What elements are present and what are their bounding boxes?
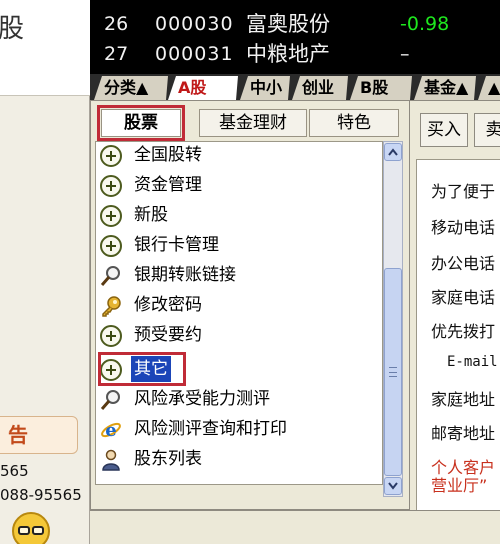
tab-category[interactable]: 分类▲ xyxy=(94,76,168,100)
smiley-avatar-icon[interactable] xyxy=(12,512,50,544)
tree-item-funds[interactable]: 资金管理 xyxy=(96,170,382,200)
mailing-address-label: 邮寄地址 xyxy=(431,424,496,443)
stock-name: 中粮地产 xyxy=(246,42,330,66)
stock-name: 富奥股份 xyxy=(246,12,330,36)
tab-sme[interactable]: 中小 xyxy=(240,76,290,100)
scroll-up-button[interactable] xyxy=(384,143,402,161)
tree-item-label: 修改密码 xyxy=(134,295,202,315)
tree-item-tender-offer[interactable]: 预受要约 xyxy=(96,320,382,350)
tree-item-bank-futures-link[interactable]: 银期转账链接 xyxy=(96,260,382,290)
order-form-panel: 买入 卖 为了便于 移动电话 办公电话 家庭电话 优先拨打 E-mail 家庭地… xyxy=(410,100,500,510)
office-phone-label: 办公电话 xyxy=(431,254,496,273)
tree-item-label: 新股 xyxy=(134,205,168,225)
tree-item-neeq[interactable]: 全国股转 xyxy=(96,142,382,170)
function-tree: 全国股转 资金管理 新股 银行卡管理 银期转账链接 修改密码 预受要约 其它 风… xyxy=(95,141,383,485)
tab-fund-finance[interactable]: 基金理财 xyxy=(199,109,307,137)
left-panel: 股 告 565 088-95565 xyxy=(0,0,90,544)
tab-b-shares[interactable]: B股 xyxy=(350,76,412,100)
service-phone-2: 088-95565 xyxy=(0,486,82,504)
plus-icon xyxy=(100,325,122,347)
person-icon xyxy=(102,449,120,471)
tree-item-label: 股东列表 xyxy=(134,449,202,469)
scroll-thumb[interactable] xyxy=(384,268,402,476)
stock-row[interactable]: 27 000031 中粮地产 – xyxy=(90,40,500,68)
magnifier-icon xyxy=(100,266,120,286)
sell-button[interactable]: 卖 xyxy=(474,113,500,147)
glasses-lens-left xyxy=(18,526,30,535)
tree-item-label: 银期转账链接 xyxy=(134,265,236,285)
tree-item-bank-card[interactable]: 银行卡管理 xyxy=(96,230,382,260)
left-header-text: 股 xyxy=(0,14,25,44)
stock-change: -0.98 xyxy=(400,13,450,35)
plus-icon xyxy=(100,235,122,257)
stock-code: 000030 xyxy=(155,13,234,35)
market-tab-bar: 分类▲ A股 中小 创业 B股 基金▲ ▲ xyxy=(90,74,500,100)
stock-index: 27 xyxy=(104,43,129,65)
stock-change: – xyxy=(400,43,410,65)
buy-button[interactable]: 买入 xyxy=(420,113,468,147)
form-intro-text: 为了便于 xyxy=(431,182,496,201)
tree-item-label: 预受要约 xyxy=(134,325,202,345)
plus-icon xyxy=(100,175,122,197)
tree-item-shareholder-list[interactable]: 股东列表 xyxy=(96,444,382,474)
bottom-status-bar xyxy=(90,510,500,544)
plus-icon xyxy=(100,145,122,167)
tab-special[interactable]: 特色 xyxy=(309,109,399,137)
tree-item-label: 全国股转 xyxy=(134,145,202,165)
left-header: 股 xyxy=(0,0,90,96)
tree-item-label: 银行卡管理 xyxy=(134,235,219,255)
tab-chinext[interactable]: 创业 xyxy=(292,76,348,100)
stock-quote-panel: 26 000030 富奥股份 -0.98 27 000031 中粮地产 – xyxy=(90,0,500,74)
key-icon xyxy=(102,296,121,317)
email-label: E-mail xyxy=(447,354,498,370)
magnifier-icon xyxy=(100,390,120,410)
tree-item-label: 风险测评查询和打印 xyxy=(134,419,287,439)
customer-info-form: 为了便于 移动电话 办公电话 家庭电话 优先拨打 E-mail 家庭地址 邮寄地… xyxy=(416,159,500,510)
tab-a-shares[interactable]: A股 xyxy=(168,76,238,100)
grip-icon xyxy=(389,367,397,377)
chevron-down-icon xyxy=(388,482,398,490)
home-phone-label: 家庭电话 xyxy=(431,288,496,307)
tree-scrollbar[interactable] xyxy=(383,141,403,497)
tree-item-risk-assessment[interactable]: 风险承受能力测评 xyxy=(96,384,382,414)
tree-item-label: 资金管理 xyxy=(134,175,202,195)
tab-more[interactable]: ▲ xyxy=(478,76,500,100)
tree-item-label: 风险承受能力测评 xyxy=(134,389,270,409)
chevron-up-icon xyxy=(388,148,398,156)
branch-office-note: 营业厅” xyxy=(431,476,488,495)
svg-text:e: e xyxy=(105,420,116,441)
notice-button[interactable]: 告 xyxy=(0,416,78,454)
glasses-lens-right xyxy=(32,526,44,535)
stock-code: 000031 xyxy=(155,43,234,65)
tree-item-change-password[interactable]: 修改密码 xyxy=(96,290,382,320)
service-phone-1: 565 xyxy=(0,462,29,480)
stock-tab-highlight-box xyxy=(97,105,185,141)
scroll-down-button[interactable] xyxy=(384,477,402,495)
ie-icon: e xyxy=(101,420,121,441)
preferred-phone-label: 优先拨打 xyxy=(431,322,496,341)
home-address-label: 家庭地址 xyxy=(431,390,496,409)
stock-row[interactable]: 26 000030 富奥股份 -0.98 xyxy=(90,10,500,38)
trading-function-panel: 股票 基金理财 特色 全国股转 资金管理 新股 银行卡管理 银期转账链接 修改密… xyxy=(90,100,410,510)
plus-icon xyxy=(100,205,122,227)
selected-item-highlight-box xyxy=(98,352,186,386)
tab-funds[interactable]: 基金▲ xyxy=(414,76,476,100)
tree-item-risk-query-print[interactable]: e 风险测评查询和打印 xyxy=(96,414,382,444)
mobile-phone-label: 移动电话 xyxy=(431,218,496,237)
tree-item-ipo[interactable]: 新股 xyxy=(96,200,382,230)
stock-index: 26 xyxy=(104,13,129,35)
